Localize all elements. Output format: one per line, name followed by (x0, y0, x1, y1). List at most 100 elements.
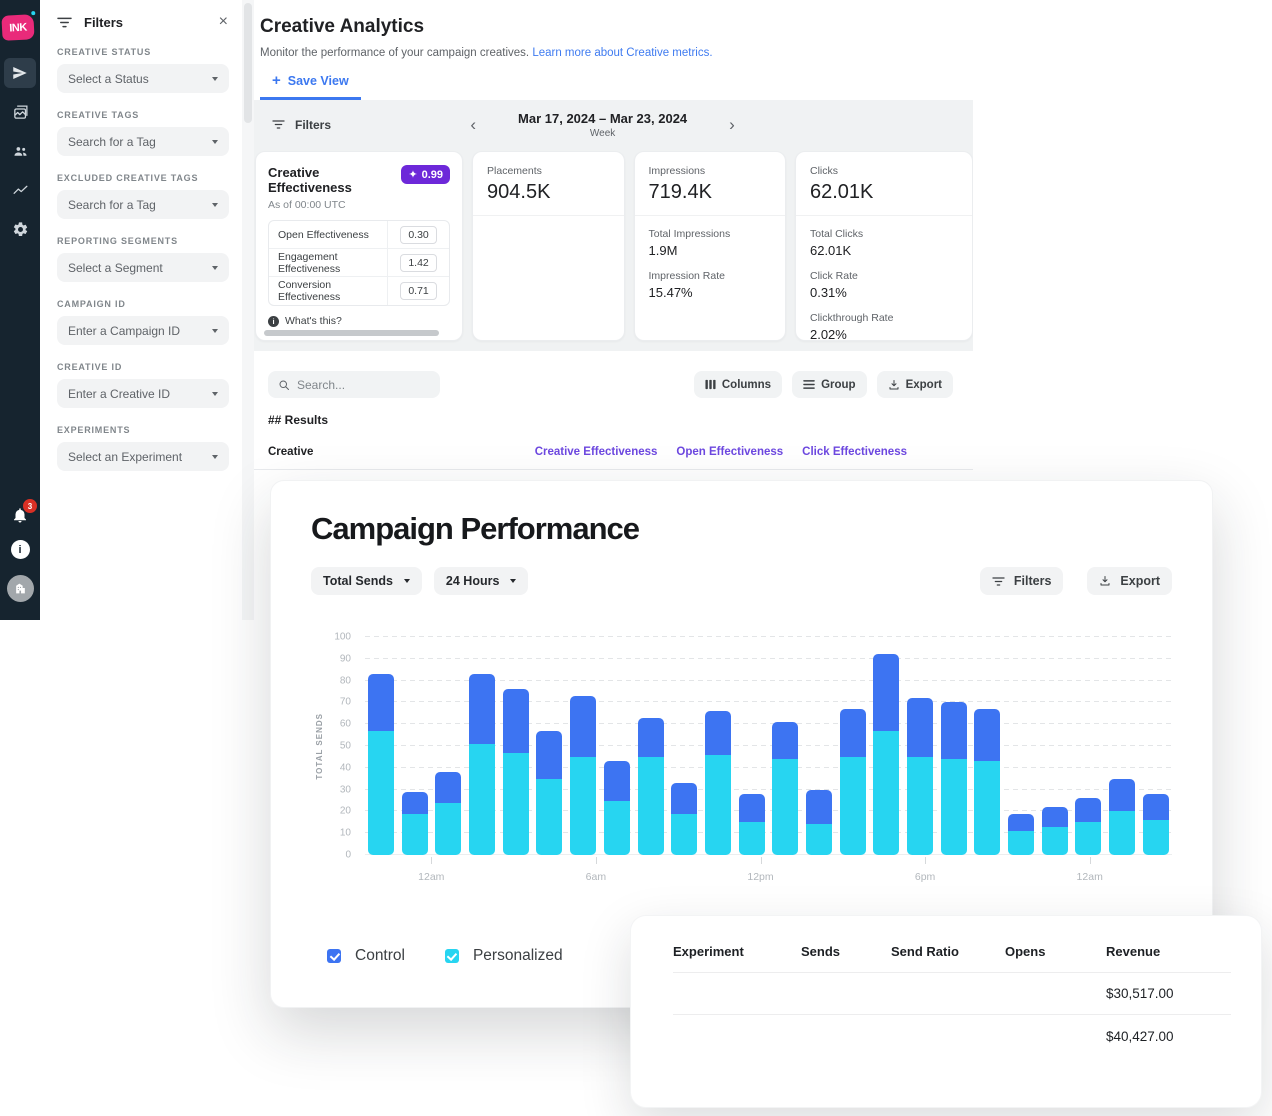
stat-label: Click Rate (810, 270, 958, 282)
sidebar-item-campaigns[interactable] (4, 58, 36, 88)
group-label: Group (821, 379, 856, 391)
page-subtitle-text: Monitor the performance of your campaign… (260, 47, 529, 59)
notifications-button[interactable]: 3 (11, 506, 29, 524)
revenue-value: $30,517.00 (1106, 986, 1231, 1001)
bar-segment-control (671, 783, 697, 814)
filter-section: CREATIVE TAGSSearch for a Tag (57, 110, 229, 156)
stacked-bar (570, 637, 596, 855)
search-box[interactable] (268, 371, 440, 398)
column-header-metric[interactable]: Creative Effectiveness (535, 446, 658, 458)
chart-controls: Total Sends 24 Hours Filters Export (311, 567, 1172, 595)
stacked-bar (739, 637, 765, 855)
stacked-bar (840, 637, 866, 855)
ce-card-title: Creative Effectiveness (268, 165, 401, 195)
filter-panel-header: Filters × (40, 0, 242, 30)
y-tick-label: 100 (334, 632, 351, 643)
stat-click-rate: Click Rate 0.31% (810, 270, 958, 300)
horizontal-scrollbar[interactable] (264, 330, 439, 336)
experiment-table-row: $40,427.00 (673, 1015, 1231, 1057)
control-checkbox[interactable] (327, 949, 341, 963)
filter-select[interactable]: Select a Status (57, 64, 229, 93)
bar-segment-control (1143, 794, 1169, 820)
ce-score-value: 0.99 (422, 169, 443, 181)
chart-export-button[interactable]: Export (1087, 567, 1172, 595)
panel-scrollbar-thumb[interactable] (244, 3, 252, 123)
filters-button[interactable]: Filters (254, 118, 331, 132)
filter-section-label: CREATIVE STATUS (57, 47, 229, 57)
filter-select[interactable]: Search for a Tag (57, 190, 229, 219)
page-subtitle: Monitor the performance of your campaign… (260, 47, 973, 59)
chevron-down-icon (212, 329, 218, 333)
learn-more-link[interactable]: Learn more about Creative metrics. (532, 47, 712, 59)
chart-filters-button[interactable]: Filters (980, 567, 1064, 595)
filter-select[interactable]: Select an Experiment (57, 442, 229, 471)
column-header-creative[interactable]: Creative (268, 446, 313, 458)
panel-scrollbar[interactable] (242, 0, 254, 620)
stat-value: 0.31% (810, 285, 958, 300)
column-header-metric[interactable]: Open Effectiveness (676, 446, 783, 458)
experiment-results-card: Experiment Sends Send Ratio Opens Revenu… (630, 915, 1262, 1108)
filter-section: CREATIVE IDEnter a Creative ID (57, 362, 229, 408)
filter-select-value: Search for a Tag (68, 198, 156, 212)
placements-card: Placements 904.5K (472, 151, 624, 341)
filter-select[interactable]: Search for a Tag (57, 127, 229, 156)
sparkle-icon: ✦ (408, 168, 417, 181)
sidebar-item-audience[interactable] (4, 136, 36, 166)
filter-select[interactable]: Enter a Creative ID (57, 379, 229, 408)
legend-label-personalized: Personalized (473, 947, 563, 965)
ce-breakdown-table: Open Effectiveness0.30Engagement Effecti… (268, 220, 450, 306)
info-icon: i (268, 316, 279, 327)
bar-segment-control (1075, 798, 1101, 822)
bar-segment-personalized (840, 757, 866, 855)
search-input[interactable] (297, 378, 417, 392)
bar-segment-control (604, 761, 630, 800)
app-sidebar: INK 3 i (0, 0, 40, 620)
sidebar-item-creatives[interactable] (4, 97, 36, 127)
legend-item-personalized: Personalized (445, 947, 563, 965)
export-label: Export (906, 379, 942, 391)
results-table-header: Creative Creative Effectiveness Open Effe… (254, 446, 973, 470)
y-tick-label: 50 (340, 741, 351, 752)
stacked-bar (941, 637, 967, 855)
bar-segment-control (435, 772, 461, 803)
personalized-checkbox[interactable] (445, 949, 459, 963)
stat-label: Clickthrough Rate (810, 312, 958, 324)
placements-value: 904.5K (487, 181, 609, 204)
filter-select[interactable]: Select a Segment (57, 253, 229, 282)
date-range-display[interactable]: Mar 17, 2024 – Mar 23, 2024 Week (518, 111, 687, 139)
filter-section: EXCLUDED CREATIVE TAGSSearch for a Tag (57, 173, 229, 219)
export-button[interactable]: Export (877, 371, 953, 398)
stacked-bar (402, 637, 428, 855)
sidebar-item-settings[interactable] (4, 214, 36, 244)
whats-this-link[interactable]: i What's this? (268, 315, 450, 327)
bar-segment-control (638, 718, 664, 757)
chevron-down-icon (404, 579, 410, 583)
y-axis-labels: 0102030405060708090100 (327, 637, 355, 855)
columns-button[interactable]: Columns (694, 371, 782, 398)
x-tick (1090, 857, 1091, 864)
filter-select[interactable]: Enter a Campaign ID (57, 316, 229, 345)
metric-dropdown[interactable]: Total Sends (311, 567, 422, 595)
chevron-down-icon (510, 579, 516, 583)
stacked-bar (1109, 637, 1135, 855)
group-button[interactable]: Group (792, 371, 867, 398)
range-dropdown[interactable]: 24 Hours (434, 567, 529, 595)
x-tick-label: 12pm (747, 871, 773, 883)
legend-label-control: Control (355, 947, 405, 965)
chevron-right-icon[interactable]: › (725, 116, 739, 133)
org-avatar[interactable] (7, 575, 34, 602)
y-tick-label: 80 (340, 675, 351, 686)
tab-save-view[interactable]: + Save View (260, 73, 361, 100)
stat-clickthrough-rate: Clickthrough Rate 2.02% (810, 312, 958, 342)
chevron-left-icon[interactable]: ‹ (466, 116, 480, 133)
view-tabs: + Save View (260, 72, 973, 100)
dashboard-filter-bar: Filters ‹ Mar 17, 2024 – Mar 23, 2024 We… (254, 100, 973, 149)
help-button[interactable]: i (11, 540, 30, 559)
download-icon (1099, 575, 1111, 587)
filter-section: EXPERIMENTSSelect an Experiment (57, 425, 229, 471)
column-header-metric[interactable]: Click Effectiveness (802, 446, 907, 458)
stat-total-clicks: Total Clicks 62.01K (810, 228, 958, 258)
close-icon[interactable]: × (219, 14, 228, 30)
sidebar-item-analytics[interactable] (4, 175, 36, 205)
ink-logo[interactable]: INK (1, 14, 34, 41)
